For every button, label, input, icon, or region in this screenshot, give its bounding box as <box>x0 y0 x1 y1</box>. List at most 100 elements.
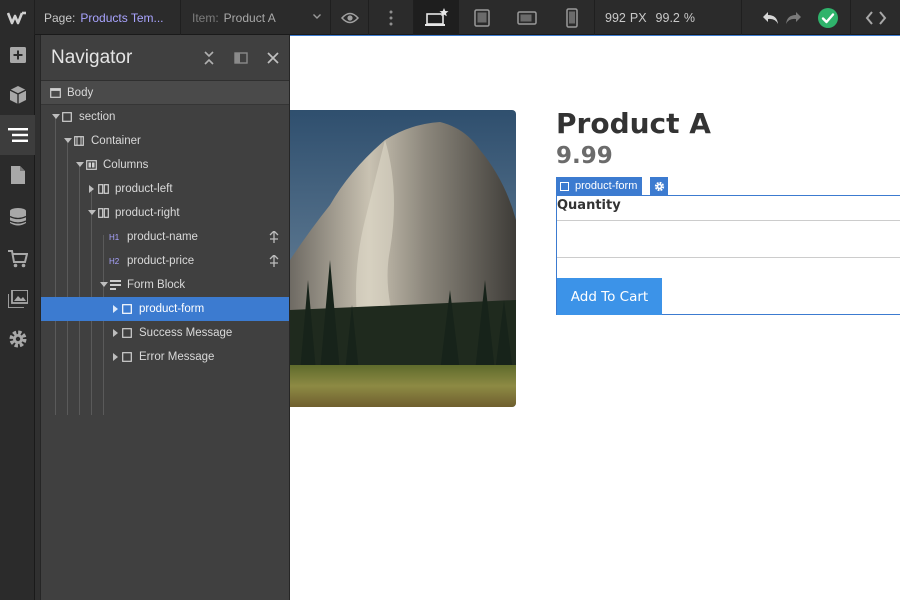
tree-item-label: section <box>79 111 116 123</box>
caret-down-icon[interactable] <box>75 153 85 177</box>
collapse-all-button[interactable] <box>193 35 225 81</box>
page-name: Products Tem... <box>80 10 164 25</box>
chevron-down-icon <box>313 14 321 19</box>
plus-square-icon <box>9 47 26 63</box>
tree-item-success-message[interactable]: Success Message <box>41 321 289 345</box>
tree-item-body[interactable]: Body <box>41 81 289 105</box>
mobile-portrait-breakpoint-button[interactable] <box>549 0 594 35</box>
code-export-button[interactable] <box>850 0 900 35</box>
dock-panel-button[interactable] <box>225 35 257 81</box>
page-label: Page: <box>44 10 76 25</box>
tree-item-product-left[interactable]: product-left <box>41 177 289 201</box>
tree-item-columns[interactable]: Columns <box>41 153 289 177</box>
product-image[interactable] <box>290 110 516 407</box>
design-canvas[interactable]: Product A 9.99 product-form Quantity Add… <box>290 35 900 600</box>
quantity-label: Quantity <box>557 198 621 213</box>
webflow-logo[interactable] <box>0 0 35 35</box>
tree-item-label: product-name <box>127 231 198 243</box>
tree-item-label: Container <box>91 135 141 147</box>
symbols-button[interactable] <box>0 75 35 115</box>
selected-element-name: product-form <box>575 180 638 192</box>
column-icon <box>97 207 109 219</box>
box-icon <box>121 327 133 339</box>
ecommerce-button[interactable] <box>0 239 35 279</box>
cms-binding-icon[interactable] <box>269 255 279 267</box>
caret-right-icon[interactable] <box>111 321 121 345</box>
tablet-icon <box>473 8 490 27</box>
caret-right-icon[interactable] <box>111 297 121 321</box>
more-options-button[interactable] <box>369 0 414 35</box>
cms-button[interactable] <box>0 197 35 237</box>
database-icon <box>9 208 26 226</box>
cms-binding-icon[interactable] <box>269 231 279 243</box>
tree-item-product-form[interactable]: product-form <box>41 297 289 321</box>
mobile-landscape-breakpoint-button[interactable] <box>504 0 549 35</box>
page-selector[interactable]: Page: Products Tem... <box>35 0 181 35</box>
page-icon <box>10 166 25 184</box>
form-block-icon <box>109 279 121 291</box>
tree-item-label: Success Message <box>139 327 233 339</box>
undo-icon[interactable] <box>762 11 780 25</box>
navigator-title: Navigator <box>51 46 133 68</box>
tree-item-product-price[interactable]: H2 product-price <box>41 249 289 273</box>
canvas-size-readout: 992 PX 99.2 % <box>594 0 742 35</box>
caret-down-icon[interactable] <box>99 273 109 297</box>
navigator-panel: Navigator Body section Container Columns… <box>40 35 290 600</box>
webflow-logo-icon <box>7 11 26 24</box>
add-elements-button[interactable] <box>0 35 35 75</box>
tree-item-product-right[interactable]: product-right <box>41 201 289 225</box>
navigator-button[interactable] <box>0 115 35 155</box>
tree-item-container[interactable]: Container <box>41 129 289 153</box>
publish-status-button[interactable] <box>810 0 846 35</box>
h2-icon: H2 <box>109 256 120 266</box>
selected-element-label[interactable]: product-form <box>556 177 643 195</box>
tree-item-label: product-price <box>127 255 195 267</box>
navigator-layers-icon <box>7 128 28 142</box>
cart-icon <box>7 250 28 268</box>
caret-down-icon[interactable] <box>51 105 61 129</box>
top-toolbar: Page: Products Tem... Item: Product A 99… <box>0 0 900 35</box>
eye-icon <box>340 12 359 23</box>
box-icon <box>560 181 569 191</box>
tree-item-label: Form Block <box>127 279 186 291</box>
preview-button[interactable] <box>331 0 369 35</box>
gear-icon <box>9 330 26 348</box>
code-brackets-icon <box>865 10 886 25</box>
tree-item-product-name[interactable]: H1 product-name <box>41 225 289 249</box>
caret-right-icon[interactable] <box>87 177 97 201</box>
product-form-outline[interactable]: Quantity Add To Cart <box>556 195 900 315</box>
canvas-width: 992 <box>605 10 626 25</box>
canvas-width-unit: PX <box>629 10 647 25</box>
caret-down-icon[interactable] <box>63 129 73 153</box>
close-navigator-button[interactable] <box>257 35 289 81</box>
item-selector[interactable]: Item: Product A <box>181 0 331 35</box>
mountain-photo <box>290 110 516 407</box>
product-price-heading[interactable]: 9.99 <box>556 143 613 169</box>
undo-redo-group <box>758 0 806 35</box>
settings-button[interactable] <box>0 319 35 359</box>
redo-icon[interactable] <box>784 11 802 25</box>
desktop-breakpoint-button[interactable] <box>414 0 459 35</box>
h1-icon: H1 <box>109 232 120 242</box>
product-name-heading[interactable]: Product A <box>556 107 711 140</box>
tree-item-form-block[interactable]: Form Block <box>41 273 289 297</box>
add-to-cart-button[interactable]: Add To Cart <box>557 278 662 315</box>
pages-button[interactable] <box>0 155 35 195</box>
close-icon <box>267 51 279 64</box>
element-settings-button[interactable] <box>650 177 668 195</box>
dock-icon <box>234 51 248 64</box>
phone-landscape-icon <box>516 10 537 25</box>
caret-right-icon[interactable] <box>111 345 121 369</box>
canvas-top-edge <box>290 35 900 36</box>
box-icon <box>121 303 133 315</box>
tree-item-section[interactable]: section <box>41 105 289 129</box>
container-icon <box>73 135 85 147</box>
caret-down-icon[interactable] <box>87 201 97 225</box>
tree-item-error-message[interactable]: Error Message <box>41 345 289 369</box>
assets-button[interactable] <box>0 279 35 319</box>
images-icon <box>7 290 28 308</box>
desktop-star-icon <box>424 7 448 26</box>
tablet-breakpoint-button[interactable] <box>459 0 504 35</box>
columns-icon <box>85 159 97 171</box>
quantity-input[interactable] <box>557 220 900 258</box>
